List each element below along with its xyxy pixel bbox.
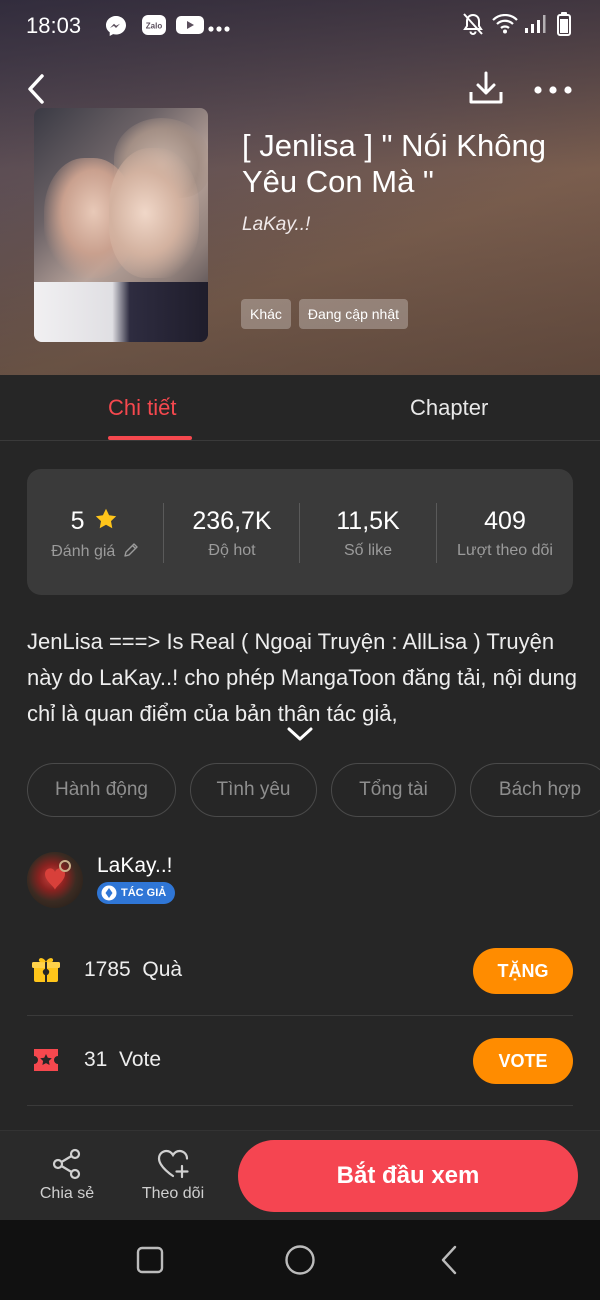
cover-image [34, 108, 208, 342]
stat-followers-label: Lượt theo dõi [457, 542, 553, 559]
start-reading-button[interactable]: Bắt đầu xem [238, 1140, 578, 1212]
edit-pencil-icon [124, 543, 138, 557]
header-author[interactable]: LaKay..! [242, 214, 310, 236]
recent-apps-button[interactable] [136, 1246, 164, 1274]
genre-chip[interactable]: Tình yêu [190, 763, 317, 817]
messenger-icon [104, 14, 128, 43]
wifi-icon [492, 13, 518, 39]
back-button[interactable] [20, 68, 56, 108]
stat-likes-value: 11,5K [336, 507, 400, 535]
stat-rating-label: Đánh giá [27, 542, 163, 561]
tab-chapter[interactable]: Chapter [410, 395, 488, 421]
follow-button[interactable]: Theo dõi [128, 1143, 218, 1203]
stat-likes: 11,5K Số like [300, 469, 436, 595]
author-name[interactable]: LaKay..! [97, 854, 173, 878]
more-options-button[interactable] [532, 68, 574, 108]
download-button[interactable] [466, 68, 506, 108]
stat-rating[interactable]: 5 Đánh giá [27, 469, 163, 595]
genre-chip[interactable]: Hành động [27, 763, 176, 817]
gift-count: 1785 Quà [84, 958, 183, 981]
vote-count: 31 Vote [84, 1048, 162, 1071]
stats-card: 5 Đánh giá 236,7K Độ hot 11,5K Số like 4… [27, 469, 573, 595]
heart-plus-icon [157, 1149, 189, 1179]
system-navigation-bar [0, 1220, 600, 1300]
author-card[interactable]: LaKay..! TÁC GIẢ [27, 852, 573, 908]
stat-rating-value: 5 [27, 507, 163, 536]
tag-category[interactable]: Khác [241, 299, 291, 329]
chevron-left-icon [28, 74, 44, 104]
status-bar: 18:03 Zalo [0, 0, 600, 50]
genre-list: Hành động Tình yêu Tổng tài Bách hợp [27, 763, 600, 817]
gift-icon [32, 958, 60, 982]
signal-icon [524, 14, 546, 39]
tab-bar: Chi tiết Chapter [0, 375, 600, 441]
star-icon [96, 508, 117, 529]
home-button[interactable] [284, 1244, 316, 1276]
stat-hot-label: Độ hot [208, 542, 256, 559]
header-tags: Khác Đang cập nhật [241, 299, 408, 329]
youtube-icon [176, 15, 204, 40]
tag-status: Đang cập nhật [298, 299, 408, 329]
share-icon [52, 1148, 81, 1180]
more-notifications-icon [208, 20, 230, 38]
genre-chip[interactable]: Bách hợp [470, 763, 600, 817]
gift-row: 1785 Quà TẶNG [27, 926, 573, 1016]
stat-followers-value: 409 [484, 507, 526, 535]
expand-description-button[interactable] [284, 722, 316, 746]
description-text: JenLisa ===> Is Real ( Ngoại Truyện : Al… [27, 629, 578, 726]
system-back-button[interactable] [438, 1244, 462, 1276]
stat-hot: 236,7K Độ hot [164, 469, 300, 595]
status-time: 18:03 [26, 13, 82, 38]
tab-active-indicator [108, 436, 192, 440]
genre-chip[interactable]: Tổng tài [331, 763, 456, 817]
bottom-action-bar: Chia sẻ Theo dõi Bắt đầu xem [0, 1130, 600, 1220]
top-nav [0, 64, 600, 114]
vote-button[interactable]: VOTE [473, 1038, 573, 1084]
mute-bell-icon [462, 12, 484, 41]
stat-hot-value: 236,7K [192, 507, 272, 535]
vote-row: 31 Vote VOTE [27, 1016, 573, 1106]
author-avatar[interactable] [27, 852, 83, 908]
svg-text:Zalo: Zalo [146, 22, 163, 31]
more-horizontal-icon [534, 86, 572, 94]
stat-likes-label: Số like [343, 542, 393, 559]
author-badge: TÁC GIẢ [97, 882, 176, 904]
follow-label: Theo dõi [141, 1185, 205, 1202]
tab-detail[interactable]: Chi tiết [108, 395, 176, 421]
battery-icon [557, 12, 571, 41]
share-button[interactable]: Chia sẻ [22, 1143, 112, 1203]
stat-followers: 409 Lượt theo dõi [437, 469, 573, 595]
verified-author-icon [101, 885, 117, 901]
vote-ticket-icon [34, 1049, 58, 1071]
zalo-icon: Zalo [141, 13, 167, 42]
comic-title: [ Jenlisa ] " Nói Không Yêu Con Mà " [242, 128, 546, 199]
gift-button[interactable]: TẶNG [473, 948, 573, 994]
share-label: Chia sẻ [39, 1185, 95, 1202]
chevron-down-icon [287, 727, 313, 741]
download-icon [469, 71, 503, 104]
